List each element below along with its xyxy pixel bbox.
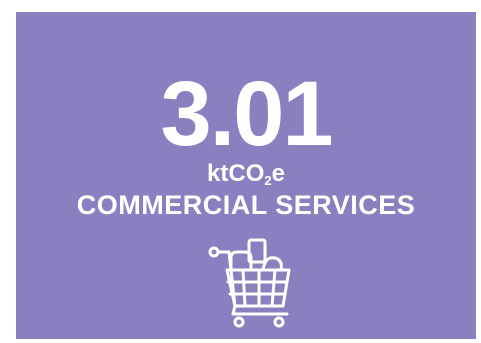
unit-subscript: 2 [264,173,272,188]
stat-unit: ktCO2e [16,160,476,188]
stat-category: COMMERCIAL SERVICES [76,190,416,220]
stat-value: 3.01 [160,63,333,165]
stat-card: 3.01 ktCO2e COMMERCIAL SERVICES [16,12,476,339]
unit-prefix: ktCO [207,160,265,187]
unit-suffix: e [271,160,285,187]
shopping-cart-icon [208,238,291,328]
